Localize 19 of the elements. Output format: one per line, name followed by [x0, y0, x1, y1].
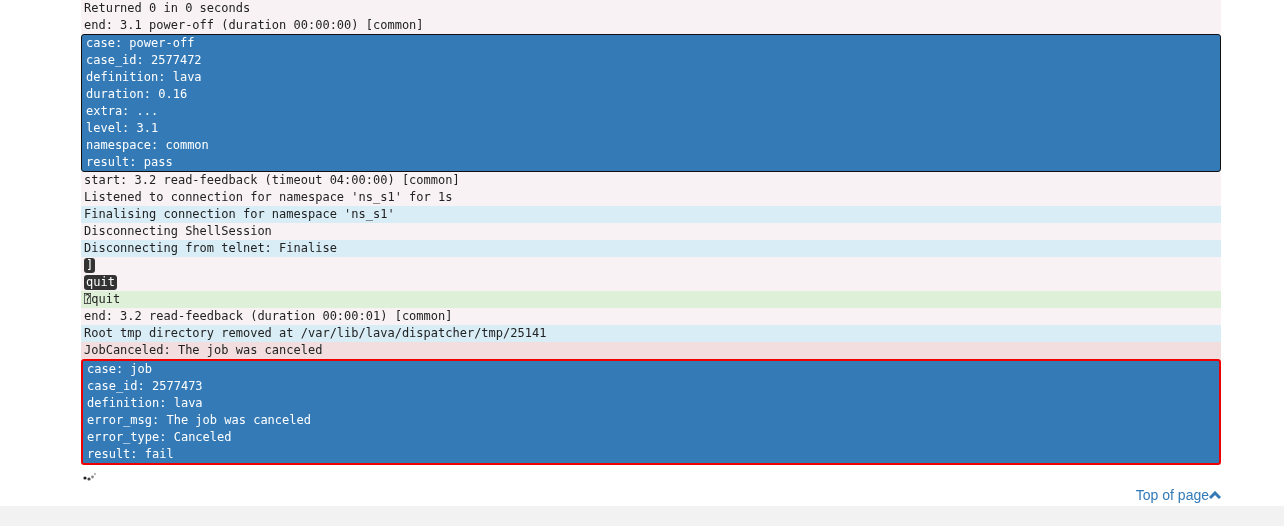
top-of-page-link[interactable]: Top of page — [1135, 487, 1221, 503]
target-output-badge: ] — [84, 258, 96, 273]
result-line: definition: lava — [86, 69, 203, 86]
result-line: duration: 0.16 — [86, 86, 189, 103]
result-line: result: pass — [86, 154, 174, 171]
result-line: level: 3.1 — [86, 120, 160, 137]
result-line: case: power-off — [86, 35, 196, 52]
chevron-up-icon — [1209, 490, 1221, 500]
result-line: namespace: common — [86, 137, 210, 154]
result-line: definition: lava — [87, 395, 204, 412]
result-line: case_id: 2577472 — [86, 52, 203, 69]
result-line: error_msg: The job was canceled — [87, 412, 312, 429]
loading-spinner-icon — [83, 471, 97, 481]
result-line: error_type: Canceled — [87, 429, 233, 446]
result-line: case: job — [87, 361, 154, 378]
result-line: case_id: 2577473 — [87, 378, 204, 395]
result-line: extra: ... — [86, 103, 160, 120]
target-output-badge: quit — [84, 275, 117, 290]
result-line: result: fail — [87, 446, 175, 463]
